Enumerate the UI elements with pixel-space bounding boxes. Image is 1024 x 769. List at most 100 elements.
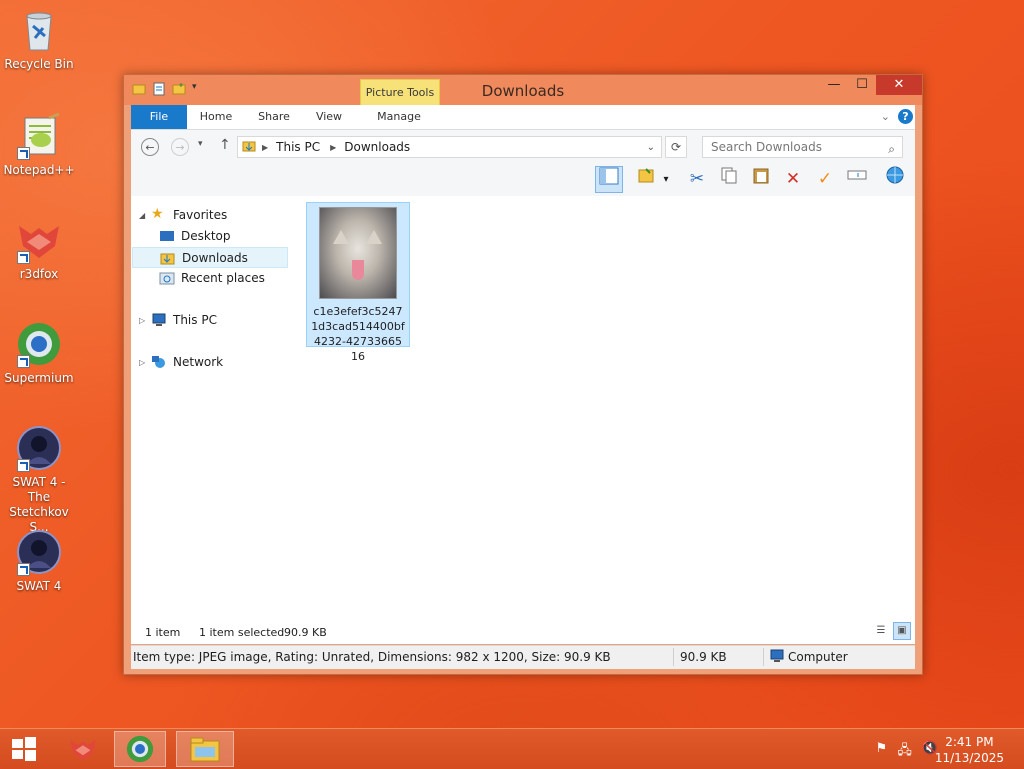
nav-recent-places[interactable]: Recent places — [159, 271, 265, 285]
desktop-icon-swat4-stetchkov[interactable]: SWAT 4 - The Stetchkov S... — [0, 424, 78, 535]
desktop-icon-swat4[interactable]: SWAT 4 — [0, 528, 78, 594]
view-switcher: ☰ ▣ — [872, 622, 911, 640]
desktop-icon-notepadpp[interactable]: Notepad++ — [0, 112, 78, 178]
item-count: 1 item — [145, 626, 181, 639]
file-list: c1e3efef3c52471d3cad514400bf4232-4273366… — [299, 196, 915, 644]
tab-share[interactable]: Share — [251, 105, 297, 129]
tab-home[interactable]: Home — [193, 105, 239, 129]
downloads-folder-icon — [160, 251, 176, 265]
forward-button[interactable]: → — [171, 138, 189, 156]
taskbar-r3dfox[interactable] — [55, 731, 111, 767]
system-tray: ⚑ 🖧 🔇 — [876, 741, 938, 763]
file-name: c1e3efef3c52471d3cad514400bf4232-4273366… — [311, 305, 405, 363]
address-bar[interactable]: ▶ This PC ▶ Downloads ⌄ — [237, 136, 662, 158]
up-arrow-icon[interactable]: ↑ — [219, 137, 231, 153]
title-bar[interactable]: ▾ Picture Tools Downloads — ☐ ✕ — [124, 75, 922, 107]
shortcut-arrow-icon — [17, 251, 30, 264]
nav-item-label: Recent places — [181, 271, 265, 285]
nav-favorites[interactable]: ◢ ★ Favorites — [139, 206, 228, 222]
file-size: 90.9 KB — [680, 650, 727, 664]
action-center-flag-icon[interactable]: ⚑ — [876, 741, 888, 763]
tab-view[interactable]: View — [307, 105, 351, 129]
chevron-down-icon[interactable]: ▾ — [659, 166, 673, 193]
taskbar-file-explorer[interactable] — [176, 731, 234, 767]
shortcut-arrow-icon — [17, 147, 30, 160]
large-icons-view-icon[interactable]: ▣ — [893, 622, 911, 640]
supermium-icon — [126, 735, 154, 763]
paste-icon[interactable] — [747, 166, 775, 193]
back-button[interactable]: ← — [141, 138, 159, 156]
delete-icon[interactable]: ✕ — [779, 166, 807, 193]
desktop-icon-recycle-bin[interactable]: Recycle Bin — [0, 6, 78, 72]
breadcrumb-separator-icon: ▶ — [262, 142, 269, 152]
shortcut-arrow-icon — [17, 563, 30, 576]
explorer-window: ▾ Picture Tools Downloads — ☐ ✕ File Hom… — [123, 74, 923, 675]
recent-locations-chevron-icon[interactable]: ▾ — [198, 139, 203, 149]
location-label: Computer — [788, 650, 848, 664]
help-icon[interactable]: ? — [898, 109, 913, 124]
star-icon: ★ — [151, 206, 164, 222]
taskbar-clock[interactable]: 2:41 PM 11/13/2025 — [935, 734, 1004, 766]
start-button[interactable] — [0, 731, 48, 767]
desktop-icon-label: Notepad++ — [3, 163, 75, 177]
close-button[interactable]: ✕ — [876, 75, 922, 95]
details-bar: Item type: JPEG image, Rating: Unrated, … — [131, 645, 915, 669]
breadcrumb-downloads[interactable]: Downloads — [344, 140, 410, 154]
swat4-icon — [15, 528, 63, 576]
computer-icon — [769, 649, 785, 666]
tab-file[interactable]: File — [131, 105, 187, 129]
folder-options-icon[interactable] — [633, 166, 661, 193]
nav-this-pc[interactable]: ▷ This PC — [139, 313, 217, 327]
file-item[interactable]: c1e3efef3c52471d3cad514400bf4232-4273366… — [306, 202, 410, 363]
selection-count: 1 item selected — [199, 626, 285, 639]
details-view-icon[interactable]: ☰ — [872, 622, 890, 640]
recent-places-icon — [159, 271, 175, 285]
desktop-icon-label: Supermium — [4, 371, 74, 385]
nav-item-label: This PC — [173, 313, 217, 327]
command-toolbar: ▾ ✂ ✕ ✓ — [131, 164, 915, 197]
clock-time: 2:41 PM — [945, 735, 994, 749]
r3dfox-icon — [70, 740, 96, 761]
shortcut-arrow-icon — [17, 355, 30, 368]
desktop-icon-label: r3dfox — [19, 267, 59, 281]
expand-arrow-icon[interactable]: ▷ — [139, 316, 151, 325]
swat4-icon — [15, 424, 63, 472]
breadcrumb-separator-icon: ▶ — [330, 142, 337, 152]
refresh-button[interactable]: ⟳ — [665, 136, 687, 158]
selection-size: 90.9 KB — [284, 626, 327, 639]
supermium-icon — [15, 320, 63, 368]
windows-logo-icon — [12, 737, 36, 761]
navigation-pane: ◢ ★ Favorites Desktop Downloads Recent p… — [131, 196, 291, 644]
nav-item-label: Favorites — [173, 208, 228, 222]
tab-manage[interactable]: Manage — [360, 105, 438, 129]
nav-desktop[interactable]: Desktop — [159, 229, 231, 243]
taskbar-supermium[interactable] — [114, 731, 166, 767]
preview-pane-button[interactable] — [595, 166, 623, 193]
collapse-arrow-icon[interactable]: ◢ — [139, 211, 151, 220]
nav-network[interactable]: ▷ Network — [139, 355, 223, 369]
maximize-button[interactable]: ☐ — [848, 75, 876, 95]
clock-date: 11/13/2025 — [934, 751, 1004, 765]
rename-icon[interactable] — [843, 166, 871, 193]
network-tray-icon[interactable]: 🖧 — [897, 741, 912, 763]
minimize-button[interactable]: — — [820, 75, 848, 95]
nav-item-label: Network — [173, 355, 224, 369]
desktop-icon-r3dfox[interactable]: r3dfox — [0, 216, 78, 282]
globe-icon[interactable] — [881, 166, 909, 193]
address-dropdown-icon[interactable]: ⌄ — [647, 142, 655, 153]
copy-icon[interactable] — [715, 166, 743, 193]
explorer-content: ◢ ★ Favorites Desktop Downloads Recent p… — [131, 196, 915, 644]
checkmark-icon[interactable]: ✓ — [811, 166, 839, 193]
expand-ribbon-icon[interactable]: ⌄ — [881, 110, 890, 123]
taskbar: ⚑ 🖧 🔇 2:41 PM 11/13/2025 — [0, 728, 1024, 769]
navigation-bar: ← → ▾ ↑ ▶ This PC ▶ Downloads ⌄ ⟳ Search… — [131, 130, 915, 164]
cut-icon[interactable]: ✂ — [683, 166, 711, 193]
breadcrumb-this-pc[interactable]: This PC — [276, 140, 320, 154]
search-input[interactable]: Search Downloads ⌕ — [702, 136, 903, 158]
expand-arrow-icon[interactable]: ▷ — [139, 358, 151, 367]
recycle-bin-icon — [15, 6, 63, 54]
downloads-folder-icon — [242, 139, 256, 156]
nav-downloads[interactable]: Downloads — [132, 247, 288, 268]
network-icon — [151, 355, 167, 369]
desktop-icon-supermium[interactable]: Supermium — [0, 320, 78, 386]
